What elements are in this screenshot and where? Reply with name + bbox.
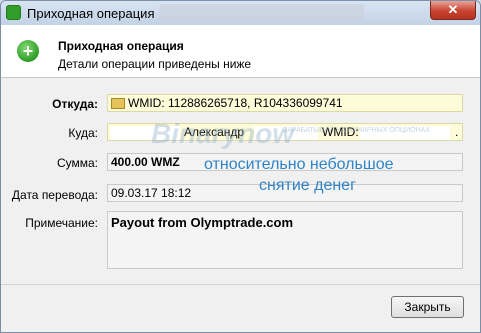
watermark-logo: Binarynow	[151, 118, 295, 149]
window-close-button[interactable]: ✕	[430, 1, 476, 20]
dialog-window: Приходная операция ✕ + Приходная операци…	[0, 0, 481, 333]
watermark-tagline: ЗАРАБАТЫВАЙ НА БИНАРНЫХ ОПЦИОНАХ	[283, 127, 430, 134]
to-label: Куда:	[68, 126, 98, 140]
date-label: Дата перевода:	[11, 188, 98, 202]
from-field[interactable]: WMID: 112886265718, R104336099741	[107, 94, 463, 112]
background-window-tab	[159, 4, 364, 22]
footer-divider	[1, 284, 480, 285]
app-icon	[6, 5, 21, 20]
date-value: 09.03.17 18:12	[111, 186, 192, 200]
overlay-caption-line2: снятие денег	[259, 177, 356, 194]
from-label: Откуда:	[52, 97, 98, 111]
header-subtitle: Детали операции приведены ниже	[58, 57, 252, 71]
note-value: Payout from Olymptrade.com	[111, 215, 294, 230]
plus-circle-icon: +	[17, 40, 39, 62]
from-value: WMID: 112886265718, R104336099741	[128, 96, 343, 110]
note-field[interactable]: Payout from Olymptrade.com	[107, 211, 463, 269]
header-title: Приходная операция	[58, 39, 184, 53]
amount-value: 400.00 WMZ	[111, 155, 180, 169]
wallet-icon	[111, 98, 125, 109]
close-button[interactable]: Закрыть	[391, 296, 464, 318]
overlay-caption-line1: относительно небольшое	[204, 156, 394, 173]
window-title: Приходная операция	[27, 6, 155, 21]
to-trailing: .	[455, 125, 459, 139]
amount-label: Сумма:	[56, 156, 98, 170]
dialog-header: + Приходная операция Детали операции при…	[1, 25, 480, 78]
title-bar[interactable]: Приходная операция ✕	[1, 1, 480, 25]
note-label: Примечание:	[25, 216, 98, 230]
close-icon: ✕	[447, 2, 459, 17]
